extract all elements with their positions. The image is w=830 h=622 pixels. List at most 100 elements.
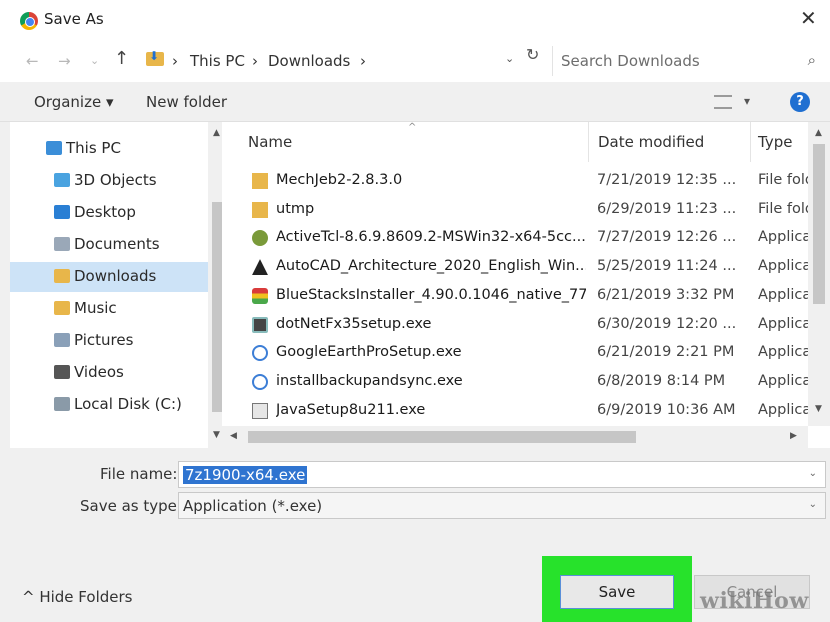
nav-scroll-thumb[interactable] <box>212 202 222 412</box>
hide-folders-button[interactable]: ^ Hide Folders <box>22 588 132 606</box>
file-name-value[interactable]: 7z1900-x64.exe <box>183 466 308 484</box>
file-row[interactable]: GoogleEarthProSetup.exe 6/21/2019 2:21 PM… <box>222 339 808 368</box>
navigation-pane: This PC 3D Objects Desktop Documents Downloa… <box>10 122 226 448</box>
sidebar-item-label: Downloads <box>74 267 157 285</box>
file-type: Application <box>758 258 808 275</box>
breadcrumb-downloads[interactable]: Downloads <box>268 52 350 70</box>
music-icon <box>54 301 70 315</box>
activetcl-icon <box>252 230 268 247</box>
up-button[interactable]: ↑ <box>114 48 129 69</box>
scroll-up-arrow[interactable]: ▲ <box>213 128 220 138</box>
downloads-folder-icon <box>146 49 164 66</box>
pictures-icon <box>54 333 70 347</box>
sidebar-item-pictures[interactable]: Pictures <box>10 326 208 356</box>
sidebar-item-videos[interactable]: Videos <box>10 358 208 388</box>
column-header-date-modified[interactable]: Date modified <box>598 122 704 162</box>
videos-icon <box>54 365 70 379</box>
column-header-name[interactable]: Name <box>248 122 292 162</box>
autocad-icon <box>252 259 268 276</box>
file-name: installbackupandsync.exe <box>276 372 463 389</box>
file-name: dotNetFx35setup.exe <box>276 315 432 332</box>
bluestacks-icon <box>252 287 268 304</box>
sidebar-item-music[interactable]: Music <box>10 294 208 324</box>
save-as-type-dropdown-arrow[interactable]: ⌄ <box>809 499 817 510</box>
refresh-icon[interactable]: ↻ <box>526 45 539 64</box>
sort-indicator: ^ <box>408 122 417 133</box>
java-setup-icon <box>252 402 268 419</box>
file-row[interactable]: JavaSetup8u211.exe 6/9/2019 10:36 AM Appli… <box>222 397 808 426</box>
recent-locations-button[interactable]: ⌄ <box>90 54 99 67</box>
crumb-separator[interactable]: › <box>360 52 366 70</box>
scroll-left-arrow[interactable]: ◀ <box>230 431 237 441</box>
sidebar-item-desktop[interactable]: Desktop <box>10 198 208 228</box>
file-date-modified: 6/8/2019 8:14 PM <box>597 372 726 389</box>
file-list-vscroll-thumb[interactable] <box>813 144 825 304</box>
search-icon[interactable]: ⌕ <box>808 51 816 69</box>
save-button[interactable]: Save <box>560 575 674 609</box>
file-list: ^ Name Date modified Type MechJeb2-2.8.3… <box>222 122 830 448</box>
sidebar-item-label: Desktop <box>74 203 136 221</box>
file-name-dropdown-arrow[interactable]: ⌄ <box>809 468 817 479</box>
file-name-field[interactable]: 7z1900-x64.exe ⌄ <box>178 461 826 488</box>
sidebar-item-3d-objects[interactable]: 3D Objects <box>10 166 208 196</box>
file-date-modified: 6/9/2019 10:36 AM <box>597 401 736 418</box>
crumb-separator[interactable]: › <box>252 52 258 70</box>
folder-icon <box>252 201 268 218</box>
crumb-separator[interactable]: › <box>172 52 178 70</box>
file-list-hscrollbar[interactable]: ◀ ▶ <box>222 426 808 448</box>
wikihow-watermark: wikiHow <box>700 588 809 614</box>
file-row[interactable]: installbackupandsync.exe 6/8/2019 8:14 PM… <box>222 368 808 397</box>
3d-objects-icon <box>54 173 70 187</box>
back-button[interactable]: ← <box>26 52 39 70</box>
file-row[interactable]: MechJeb2-2.8.3.0 7/21/2019 12:35 ... File … <box>222 167 808 196</box>
close-button[interactable]: ✕ <box>800 6 817 30</box>
view-dropdown-arrow[interactable]: ▾ <box>744 94 750 108</box>
file-name: MechJeb2-2.8.3.0 <box>276 172 403 188</box>
new-folder-button[interactable]: New folder <box>146 93 227 111</box>
address-dropdown-arrow[interactable]: ⌄ <box>505 52 514 65</box>
column-separator[interactable] <box>750 122 751 162</box>
column-separator[interactable] <box>588 122 589 162</box>
scroll-down-arrow[interactable]: ▼ <box>213 430 220 440</box>
file-list-hscroll-thumb[interactable] <box>248 431 636 443</box>
organize-button[interactable]: Organize ▾ <box>34 93 114 111</box>
downloads-icon <box>54 269 70 283</box>
sidebar-item-local-disk-c[interactable]: Local Disk (C:) <box>10 390 208 420</box>
column-header-type[interactable]: Type <box>758 122 792 162</box>
address-bar[interactable]: › This PC › Downloads › <box>138 46 548 76</box>
file-row[interactable]: utmp 6/29/2019 11:23 ... File folder <box>222 196 808 225</box>
file-name: utmp <box>276 200 315 217</box>
sidebar-item-documents[interactable]: Documents <box>10 230 208 260</box>
file-row[interactable]: ActiveTcl-8.6.9.8609.2-MSWin32-x64-5cc..… <box>222 224 808 253</box>
file-date-modified: 6/21/2019 2:21 PM <box>597 344 735 361</box>
folder-icon <box>252 173 268 189</box>
save-as-type-select[interactable]: Application (*.exe) ⌄ <box>178 492 826 519</box>
pc-icon <box>46 141 62 155</box>
search-placeholder: Search Downloads <box>561 52 700 70</box>
file-list-vscrollbar[interactable]: ▲ ▼ <box>808 122 830 426</box>
help-icon[interactable]: ? <box>790 92 810 112</box>
file-type: Application <box>758 315 808 332</box>
file-date-modified: 6/21/2019 3:32 PM <box>597 286 735 303</box>
file-date-modified: 7/27/2019 12:26 ... <box>597 229 737 246</box>
file-type: Application <box>758 344 808 361</box>
file-name: AutoCAD_Architecture_2020_English_Win... <box>276 258 586 275</box>
scroll-up-arrow[interactable]: ▲ <box>815 128 822 138</box>
save-options: File name: 7z1900-x64.exe ⌄ Save as type… <box>0 448 830 622</box>
sidebar-item-this-pc[interactable]: This PC <box>10 134 208 164</box>
command-bar: Organize ▾ New folder ▾ ? <box>0 82 830 122</box>
file-type: File folder <box>758 172 808 188</box>
file-row[interactable]: BlueStacksInstaller_4.90.0.1046_native_7… <box>222 282 808 311</box>
file-row[interactable]: dotNetFx35setup.exe 6/30/2019 12:20 ... Ap… <box>222 311 808 340</box>
sidebar-item-downloads[interactable]: Downloads <box>10 262 208 292</box>
file-date-modified: 6/29/2019 11:23 ... <box>597 200 737 217</box>
view-options-icon[interactable] <box>714 95 732 109</box>
sidebar-item-label: Videos <box>74 363 124 381</box>
dotnet-installer-icon <box>252 316 268 333</box>
scroll-right-arrow[interactable]: ▶ <box>790 431 797 441</box>
forward-button[interactable]: → <box>58 52 71 70</box>
breadcrumb-this-pc[interactable]: This PC <box>190 52 245 70</box>
scroll-down-arrow[interactable]: ▼ <box>815 404 822 414</box>
search-input[interactable]: Search Downloads ⌕ <box>552 46 826 76</box>
file-row[interactable]: AutoCAD_Architecture_2020_English_Win...… <box>222 253 808 282</box>
